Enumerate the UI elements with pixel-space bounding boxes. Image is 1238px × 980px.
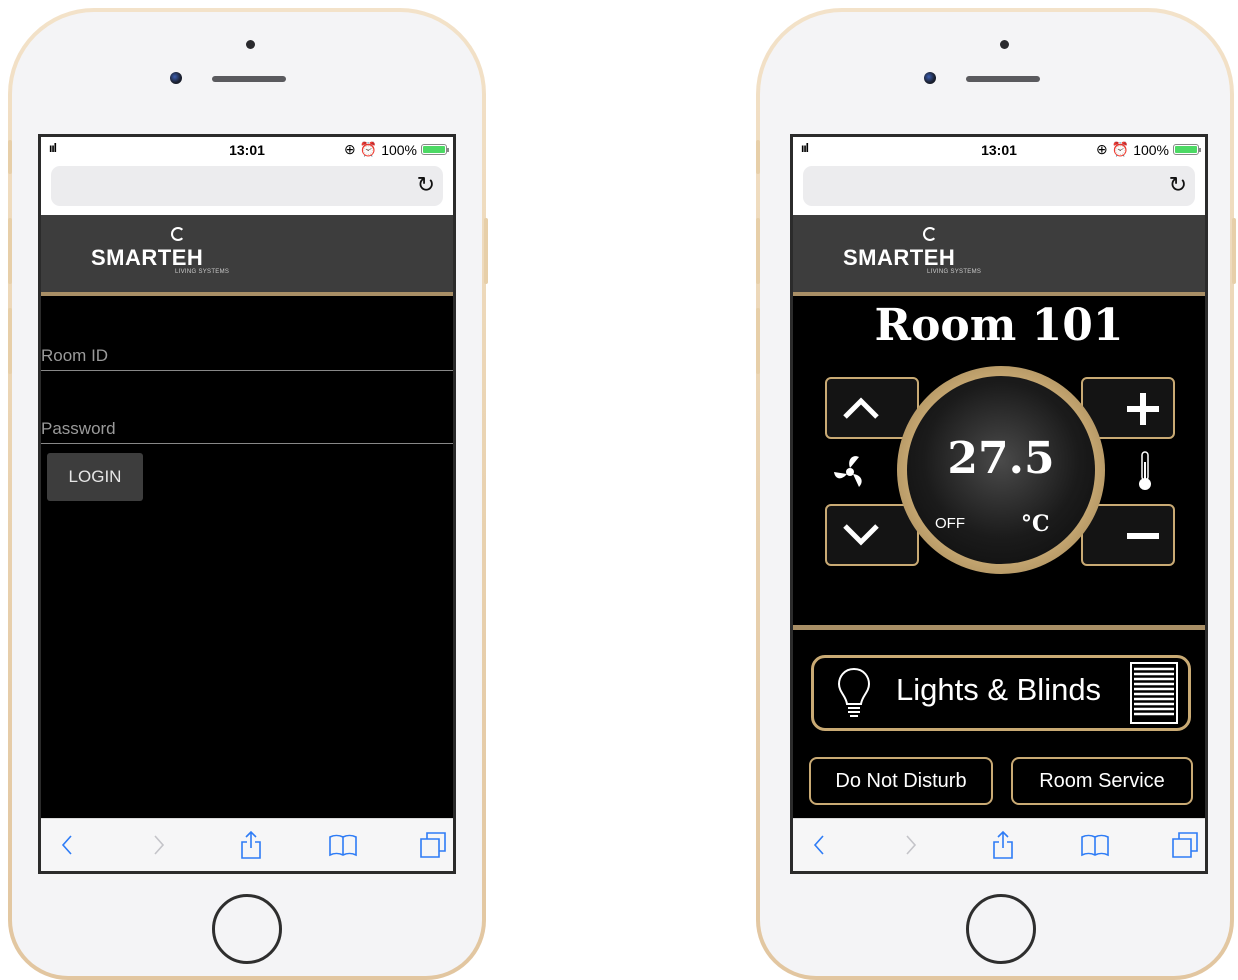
temperature-value: 27.5 [947,433,1055,484]
blinds-icon [1130,662,1178,724]
volume-up-button [756,218,760,284]
back-icon [813,835,824,855]
rotation-lock-icon: ⊕ [344,141,356,157]
home-button[interactable] [212,894,282,964]
chevron-down-icon [843,524,879,546]
share-button[interactable] [231,829,271,861]
power-button [484,218,488,284]
address-field[interactable] [51,166,443,206]
forward-icon [154,835,165,855]
speaker-grille [212,76,286,82]
battery-icon [421,144,449,155]
fan-mode-text: OFF [935,515,965,532]
tabs-button[interactable] [413,829,453,861]
fan-icon [834,456,862,487]
power-button [1232,218,1236,284]
battery-percent: 100% [381,141,417,158]
forward-button[interactable] [891,829,931,861]
logo-swirl-icon [923,227,937,241]
tabs-button[interactable] [1165,829,1205,861]
forward-button[interactable] [139,829,179,861]
status-bar: ııl 13:01 ⊕ ⏰ 100% [41,137,453,163]
mute-switch [8,140,12,174]
rotation-lock-icon: ⊕ [1096,141,1108,157]
url-bar: ↻ [41,163,453,215]
volume-up-button [8,218,12,284]
logo-wordmark: SMARTEH [843,245,956,270]
status-right: ⊕ ⏰ 100% [344,141,449,158]
sensor-dot [246,40,255,49]
screen-login: ııl 13:01 ⊕ ⏰ 100% ↻ SMARTEH LIVING SYST… [38,134,456,874]
lightbulb-icon [837,667,871,717]
browser-toolbar [41,818,453,871]
section-divider [793,625,1205,630]
tabs-icon [1172,832,1198,858]
address-field[interactable] [803,166,1195,206]
do-not-disturb-button[interactable]: Do Not Disturb [809,757,993,805]
fan-down-button[interactable] [825,504,919,566]
share-button[interactable] [983,829,1023,861]
url-bar: ↻ [793,163,1205,215]
room-title: Room 101 [874,300,1124,351]
password-field [41,414,453,444]
status-bar: ııl 13:01 ⊕ ⏰ 100% [793,137,1205,163]
thermometer-icon [1139,451,1151,490]
tabs-icon [420,832,446,858]
room-id-input[interactable] [41,341,453,370]
bookmarks-icon [1081,834,1109,857]
sensor-dot [1000,40,1009,49]
login-button[interactable]: LOGIN [47,453,143,501]
status-right: ⊕ ⏰ 100% [1096,141,1201,158]
phone-frame-right: ııl 13:01 ⊕ ⏰ 100% ↻ SMARTEH LIVING SYST… [756,8,1234,980]
alarm-icon: ⏰ [1111,141,1130,157]
lights-blinds-label: Lights & Blinds [896,672,1102,707]
share-icon [993,830,1013,859]
room-service-button[interactable]: Room Service [1011,757,1193,805]
logo-tagline: LIVING SYSTEMS [175,269,230,275]
speaker-grille [966,76,1040,82]
password-input[interactable] [41,414,453,443]
reload-icon[interactable]: ↻ [1169,174,1187,196]
home-button[interactable] [966,894,1036,964]
bookmarks-icon [329,834,357,857]
room-control-panel: Room 101 27.5 OFF °C Lights & Blinds Do … [793,296,1205,826]
alarm-icon: ⏰ [359,141,378,157]
logo-tagline: LIVING SYSTEMS [927,269,982,275]
logo-wordmark: SMARTEH [91,245,204,270]
lights-blinds-button[interactable]: Lights & Blinds [811,655,1191,731]
brand-header: SMARTEH LIVING SYSTEMS [41,215,453,296]
battery-icon [1173,144,1201,155]
battery-percent: 100% [1133,141,1169,158]
chevron-up-icon [843,397,879,419]
browser-toolbar [793,818,1205,871]
plus-icon [1127,393,1159,425]
bookmarks-button[interactable] [1075,829,1115,861]
share-icon [241,830,261,859]
bookmarks-button[interactable] [323,829,363,861]
reload-icon[interactable]: ↻ [417,174,435,196]
temperature-unit: °C [1021,511,1050,537]
room-id-field [41,341,453,371]
login-form: LOGIN [41,296,453,816]
back-icon [61,835,72,855]
phone-body: ııl 13:01 ⊕ ⏰ 100% ↻ SMARTEH LIVING SYST… [12,12,482,976]
back-button[interactable] [47,829,87,861]
logo-swirl-icon [171,227,185,241]
back-button[interactable] [799,829,839,861]
forward-icon [906,835,917,855]
phone-frame-left: ııl 13:01 ⊕ ⏰ 100% ↻ SMARTEH LIVING SYST… [8,8,486,980]
volume-down-button [8,308,12,374]
camera-icon [170,72,182,84]
mute-switch [756,140,760,174]
screen-room: ııl 13:01 ⊕ ⏰ 100% ↻ SMARTEH LIVING SYST… [790,134,1208,874]
phone-body: ııl 13:01 ⊕ ⏰ 100% ↻ SMARTEH LIVING SYST… [760,12,1230,976]
camera-icon [924,72,936,84]
minus-icon [1127,533,1159,539]
brand-header: SMARTEH LIVING SYSTEMS [793,215,1205,296]
volume-down-button [756,308,760,374]
